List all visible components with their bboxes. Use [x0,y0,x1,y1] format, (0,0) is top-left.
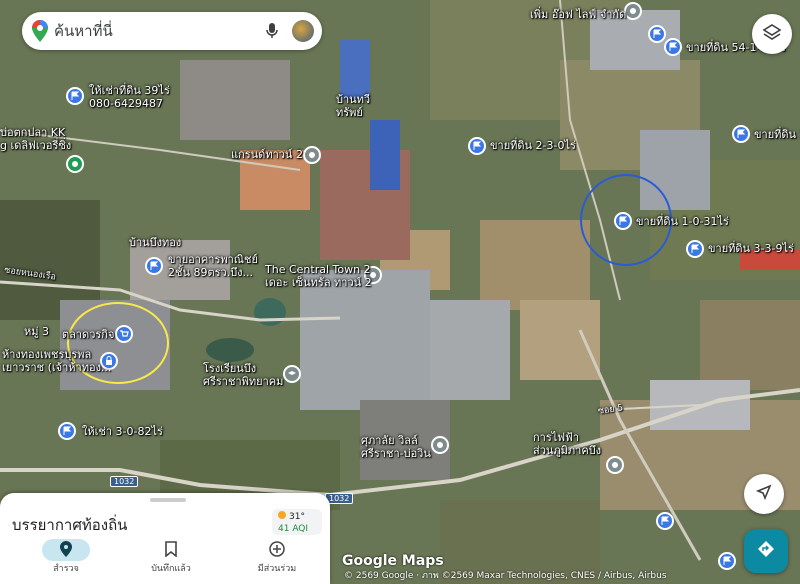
flag-pin[interactable] [468,137,486,155]
place-label[interactable]: โรงเรียนบึง ศรีราชาพิทยาคม [203,362,283,388]
place-label[interactable]: หมู่ 3 [24,325,49,338]
cart-pin[interactable] [115,325,133,343]
place-label[interactable]: ขายที่ดิน 1 [754,128,800,141]
place-label[interactable]: ให้เช่า 3-0-82ไร่ [82,425,163,438]
flag-pin[interactable] [58,422,76,440]
pin-icon[interactable] [303,146,321,164]
panel-title: บรรยากาศท้องถิ่น [12,516,128,534]
pin-icon [60,540,72,560]
nav-contribute[interactable]: มีส่วนร่วม [237,539,317,575]
school-pin[interactable] [283,365,301,383]
flag-pin[interactable] [145,257,163,275]
place-label[interactable]: ศุภาลัย วิลล์ ศรีราชา-บ่อวิน [361,434,431,460]
road-shield: 1032 [110,476,139,487]
weather-temp: 31° [289,512,305,522]
google-maps-logo: Google Maps [342,553,444,569]
place-label[interactable]: เพิ่ม อ๊อฟ ไลฟ์ จำกัด [530,8,626,21]
place-label[interactable]: ตลาดวรกิจ [62,328,114,341]
directions-icon [756,539,776,563]
flag-pin[interactable] [614,212,632,230]
place-label[interactable]: ขายที่ดิน 2-3-0ไร่ [490,139,576,152]
nav-label: สำรวจ [53,564,79,574]
microphone-icon[interactable] [266,23,278,39]
attribution: © 2569 Google · ภาพ ©2569 Maxar Technolo… [344,571,667,581]
pin-icon[interactable] [606,456,624,474]
place-label[interactable]: ห้างทองเพชรบุรพล เยาวราช (เจ้าห้าทอง... [2,348,111,374]
place-label[interactable]: บ้านทวี ทรัพย์ [336,93,370,119]
place-label[interactable]: The Central Town 2 เดอะ เซ็นทรัล ทาวน์ 2 [265,263,372,289]
flag-pin[interactable] [686,240,704,258]
place-label[interactable]: ขายอาคารพาณิชย์ 2ชั้น 89ตรว.บึง... [168,253,258,279]
place-label[interactable]: แกรนด์ทาวน์ 2 [231,148,303,161]
flag-pin[interactable] [732,125,750,143]
fishing-pin[interactable] [66,155,84,173]
nav-label: บันทึกแล้ว [151,564,191,574]
bottom-sheet[interactable]: บรรยากาศท้องถิ่น 31° 41 AQI สำรวจ บันทึก… [0,493,330,584]
search-bar[interactable]: ค้นหาที่นี่ [22,12,322,50]
drag-handle[interactable] [150,498,186,502]
place-label[interactable]: ให้เช่าที่ดิน 39ไร่ 080-6429487 [89,84,170,110]
place-label[interactable]: บ่อตกปลา KK g เดลิฟเวอรี่ซิ่ง [0,126,71,152]
place-label[interactable]: การไฟฟ้า ส่วนภูมิภาคบึง [533,431,601,457]
navigation-arrow-icon [755,483,773,505]
place-label[interactable]: บ้านบึงทอง [129,236,181,249]
flag-pin[interactable] [718,552,736,570]
flag-pin[interactable] [656,512,674,530]
sun-icon [278,511,286,519]
flag-pin[interactable] [664,38,682,56]
flag-pin[interactable] [66,87,84,105]
layers-button[interactable] [752,14,792,54]
place-label[interactable]: ขายที่ดิน 3-3-9ไร่ [708,242,794,255]
maps-logo-icon [32,20,48,42]
weather-badge[interactable]: 31° 41 AQI [272,509,322,535]
pin-icon[interactable] [431,436,449,454]
my-location-button[interactable] [744,474,784,514]
search-input[interactable]: ค้นหาที่นี่ [54,19,266,43]
weather-aqi: 41 AQI [278,524,309,534]
nav-label: มีส่วนร่วม [257,564,297,574]
directions-button[interactable] [744,529,788,573]
flag-pin[interactable] [648,25,666,43]
nav-saved[interactable]: บันทึกแล้ว [131,539,211,575]
nav-explore[interactable]: สำรวจ [26,539,106,575]
add-circle-icon [269,540,285,560]
place-label[interactable]: ขายที่ดิน 1-0-31ไร่ [636,215,729,228]
bookmark-icon [165,540,177,560]
pin-icon[interactable] [624,2,642,20]
layers-icon [762,22,782,46]
avatar[interactable] [292,20,314,42]
